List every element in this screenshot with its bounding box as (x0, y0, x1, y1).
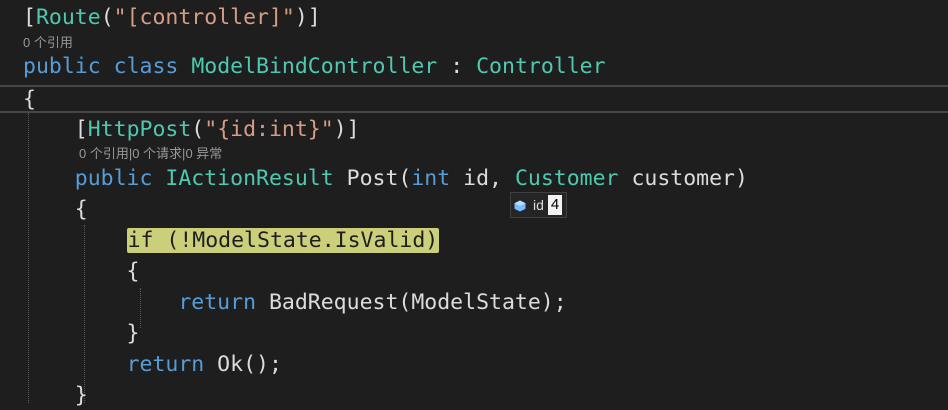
datatip-tooltip[interactable]: id 4 (510, 192, 568, 218)
code-line-if-close-brace[interactable]: } (23, 320, 140, 348)
code-line-if-open-brace[interactable]: { (23, 258, 140, 286)
codelens-class-references[interactable]: 0 个引用 (23, 35, 73, 51)
code-line-if-statement[interactable]: if (!ModelState.IsValid) (23, 227, 440, 255)
code-line-class-declaration[interactable]: public class ModelBindController : Contr… (23, 53, 606, 81)
code-line-return-badrequest[interactable]: return BadRequest(ModelState); (23, 289, 566, 317)
code-line-method-declaration[interactable]: public IActionResult Post(int id, Custom… (23, 165, 748, 193)
code-line-return-ok[interactable]: return Ok(); (23, 351, 282, 379)
code-line-route-attribute[interactable]: [Route("[controller]")] (23, 4, 321, 32)
highlighted-statement: if (!ModelState.IsValid) (126, 228, 440, 253)
local-variable-icon (514, 199, 526, 212)
code-editor[interactable]: [Route("[controller]")] 0 个引用 public cla… (0, 0, 948, 408)
code-line-class-open-brace[interactable]: { (23, 86, 36, 114)
current-line-highlight (0, 85, 948, 113)
code-line-httppost-attribute[interactable]: [HttpPost("{id:int}")] (23, 116, 360, 144)
code-line-method-open-brace[interactable]: { (23, 196, 88, 224)
codelens-method-references[interactable]: 0 个引用|0 个请求|0 异常 (79, 146, 222, 162)
code-line-method-close-brace[interactable]: } (23, 382, 88, 410)
datatip-variable-name: id (533, 197, 544, 213)
datatip-variable-value[interactable]: 4 (547, 195, 563, 215)
